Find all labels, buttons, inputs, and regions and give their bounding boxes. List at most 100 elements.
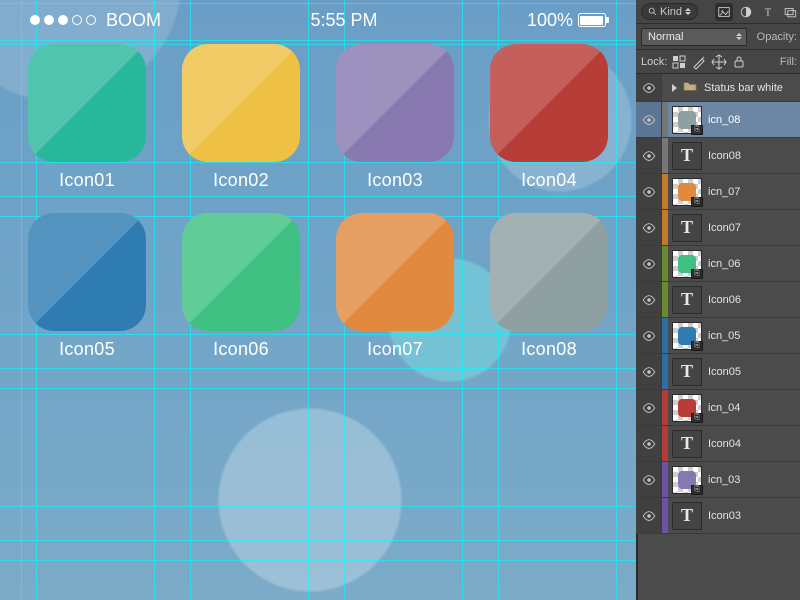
layer-name[interactable]: Status bar white <box>704 82 783 94</box>
visibility-toggle[interactable] <box>636 390 662 425</box>
layer-row[interactable]: T Icon07 <box>636 210 800 246</box>
layer-color-swatch <box>662 462 668 497</box>
layer-color-swatch <box>662 74 668 101</box>
layer-row[interactable]: T Icon08 <box>636 138 800 174</box>
layer-name[interactable]: Icon08 <box>708 150 741 162</box>
visibility-toggle[interactable] <box>636 174 662 209</box>
layer-thumbnail[interactable]: ⎘ <box>672 106 702 134</box>
kind-filter[interactable]: Kind <box>641 3 698 20</box>
layer-row[interactable]: T Icon04 <box>636 426 800 462</box>
visibility-toggle[interactable] <box>636 498 662 533</box>
visibility-toggle[interactable] <box>636 462 662 497</box>
carrier-label: BOOM <box>106 10 161 31</box>
layer-thumbnail[interactable]: T <box>672 430 702 458</box>
layer-name[interactable]: Icon07 <box>708 222 741 234</box>
filter-text-icon[interactable]: T <box>759 3 777 21</box>
layer-color-swatch <box>662 390 668 425</box>
app-icon-label: Icon02 <box>213 170 269 191</box>
app-icon-tile <box>182 213 300 331</box>
layer-name[interactable]: icn_07 <box>708 186 740 198</box>
smart-object-badge-icon: ⎘ <box>691 269 703 279</box>
layer-thumbnail[interactable]: T <box>672 214 702 242</box>
app-icon[interactable]: Icon01 <box>27 44 147 191</box>
layer-row[interactable]: T Icon03 <box>636 498 800 534</box>
layer-color-swatch <box>662 498 668 533</box>
layer-thumbnail[interactable]: ⎘ <box>672 466 702 494</box>
app-icon[interactable]: Icon06 <box>181 213 301 360</box>
filter-adjust-icon[interactable] <box>737 3 755 21</box>
layer-thumbnail[interactable]: T <box>672 142 702 170</box>
visibility-toggle[interactable] <box>636 426 662 461</box>
layer-thumbnail[interactable]: ⎘ <box>672 250 702 278</box>
layer-row[interactable]: T Icon05 <box>636 354 800 390</box>
kind-label: Kind <box>660 6 682 18</box>
layer-row[interactable]: ⎘ icn_03 <box>636 462 800 498</box>
layer-name[interactable]: Icon06 <box>708 294 741 306</box>
layer-name[interactable]: icn_03 <box>708 474 740 486</box>
filter-pixel-icon[interactable] <box>715 3 733 21</box>
app-icon[interactable]: Icon08 <box>489 213 609 360</box>
lock-row: Lock: Fill: <box>636 50 800 74</box>
visibility-toggle[interactable] <box>636 102 662 137</box>
smart-object-badge-icon: ⎘ <box>691 125 703 135</box>
layer-name[interactable]: Icon04 <box>708 438 741 450</box>
battery-indicator: 100% <box>527 10 606 31</box>
app-icon[interactable]: Icon04 <box>489 44 609 191</box>
layer-row[interactable]: ⎘ icn_06 <box>636 246 800 282</box>
disclosure-triangle-icon[interactable] <box>672 84 677 92</box>
layer-thumbnail[interactable]: ⎘ <box>672 178 702 206</box>
app-icon-label: Icon04 <box>521 170 577 191</box>
app-icon[interactable]: Icon05 <box>27 213 147 360</box>
home-icon-grid: Icon01 Icon02 Icon03 Icon04 Icon05 Icon06 Icon… <box>0 44 636 360</box>
status-bar: BOOM 5:55 PM 100% <box>0 0 636 40</box>
layer-thumbnail[interactable]: T <box>672 286 702 314</box>
layer-row[interactable]: ⎘ icn_04 <box>636 390 800 426</box>
layer-name[interactable]: icn_04 <box>708 402 740 414</box>
clock-label: 5:55 PM <box>310 10 377 31</box>
layer-group-row[interactable]: Status bar white <box>636 74 800 102</box>
layer-row[interactable]: ⎘ icn_08 <box>636 102 800 138</box>
layer-thumbnail[interactable]: ⎘ <box>672 394 702 422</box>
filter-shape-icon[interactable] <box>781 3 799 21</box>
blend-mode-value: Normal <box>648 31 683 43</box>
layer-list[interactable]: Status bar white ⎘ icn_08 T Icon08 ⎘ icn_07 T Ic… <box>636 74 800 600</box>
visibility-toggle[interactable] <box>636 138 662 173</box>
visibility-toggle[interactable] <box>636 282 662 317</box>
app-icon[interactable]: Icon02 <box>181 44 301 191</box>
search-icon <box>648 7 657 16</box>
signal-dots <box>30 15 96 25</box>
layer-row[interactable]: ⎘ icn_05 <box>636 318 800 354</box>
layer-name[interactable]: icn_05 <box>708 330 740 342</box>
layer-row[interactable]: ⎘ icn_07 <box>636 174 800 210</box>
layer-name[interactable]: Icon03 <box>708 510 741 522</box>
visibility-toggle[interactable] <box>636 354 662 389</box>
lock-paint-icon[interactable] <box>691 54 707 70</box>
lock-all-icon[interactable] <box>731 54 747 70</box>
app-icon-label: Icon03 <box>367 170 423 191</box>
layer-name[interactable]: icn_08 <box>708 114 740 126</box>
app-icon-tile <box>336 213 454 331</box>
layer-thumbnail[interactable]: T <box>672 358 702 386</box>
app-icon[interactable]: Icon03 <box>335 44 455 191</box>
lock-transparent-icon[interactable] <box>671 54 687 70</box>
lock-position-icon[interactable] <box>711 54 727 70</box>
app-icon-label: Icon06 <box>213 339 269 360</box>
app-icon[interactable]: Icon07 <box>335 213 455 360</box>
svg-text:T: T <box>765 7 772 18</box>
layer-thumbnail[interactable]: ⎘ <box>672 322 702 350</box>
visibility-toggle[interactable] <box>636 74 662 101</box>
layers-panel: Kind T Normal Opac <box>636 0 800 600</box>
design-canvas[interactable]: BOOM 5:55 PM 100% Icon01Icon02Icon03Icon… <box>0 0 636 600</box>
panel-filter-bar: Kind T <box>636 0 800 24</box>
layer-name[interactable]: Icon05 <box>708 366 741 378</box>
blend-mode-dropdown[interactable]: Normal <box>641 28 747 46</box>
layer-thumbnail[interactable]: T <box>672 502 702 530</box>
visibility-toggle[interactable] <box>636 246 662 281</box>
layer-name[interactable]: icn_06 <box>708 258 740 270</box>
visibility-toggle[interactable] <box>636 318 662 353</box>
app-icon-tile <box>28 213 146 331</box>
layer-row[interactable]: T Icon06 <box>636 282 800 318</box>
visibility-toggle[interactable] <box>636 210 662 245</box>
layer-color-swatch <box>662 246 668 281</box>
folder-icon <box>682 79 698 96</box>
